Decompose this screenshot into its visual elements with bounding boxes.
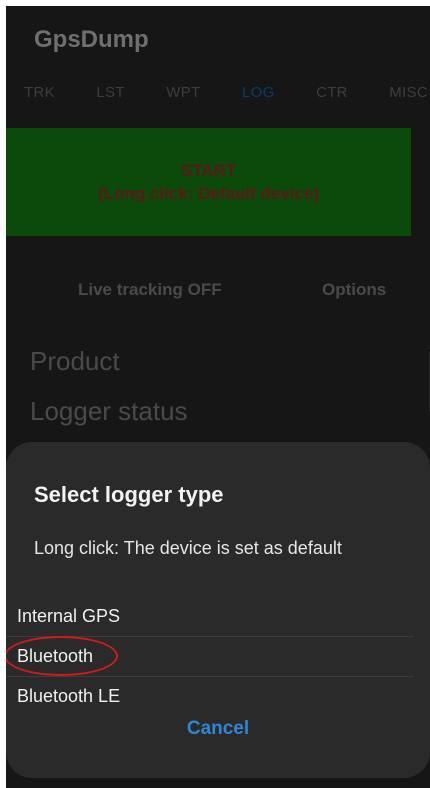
app-title: GpsDump	[34, 26, 149, 53]
live-tracking-button[interactable]: Live tracking OFF	[78, 280, 222, 300]
cancel-button[interactable]: Cancel	[6, 718, 430, 740]
option-internal-gps[interactable]: Internal GPS	[6, 596, 414, 636]
option-bluetooth-le[interactable]: Bluetooth LE	[6, 676, 414, 716]
highlight-circle	[6, 636, 118, 676]
dialog-message: Long click: The device is set as default	[34, 538, 342, 558]
tab-misc[interactable]: MISC	[389, 84, 428, 110]
dialog-title: Select logger type	[34, 482, 224, 507]
tab-wpt[interactable]: WPT	[166, 84, 200, 110]
logger-type-dialog: Select logger type Long click: The devic…	[6, 442, 430, 778]
tab-log[interactable]: LOG	[242, 84, 275, 110]
tab-ctr[interactable]: CTR	[316, 84, 348, 110]
action-row: Live tracking OFF Options	[6, 276, 430, 306]
start-label: START	[180, 161, 237, 180]
tab-bar: TRK LST WPT LOG CTR MISC	[6, 84, 430, 110]
start-button[interactable]: START (Long click: Default device)	[6, 128, 411, 236]
tab-lst[interactable]: LST	[96, 84, 124, 110]
app-screen: GpsDump TRK LST WPT LOG CTR MISC START (…	[6, 6, 430, 788]
tab-trk[interactable]: TRK	[24, 84, 55, 110]
start-hint: (Long click: Default device)	[97, 184, 320, 203]
logger-status-label: Logger status	[30, 396, 188, 426]
options-button[interactable]: Options	[322, 280, 386, 300]
product-label: Product	[30, 346, 120, 376]
